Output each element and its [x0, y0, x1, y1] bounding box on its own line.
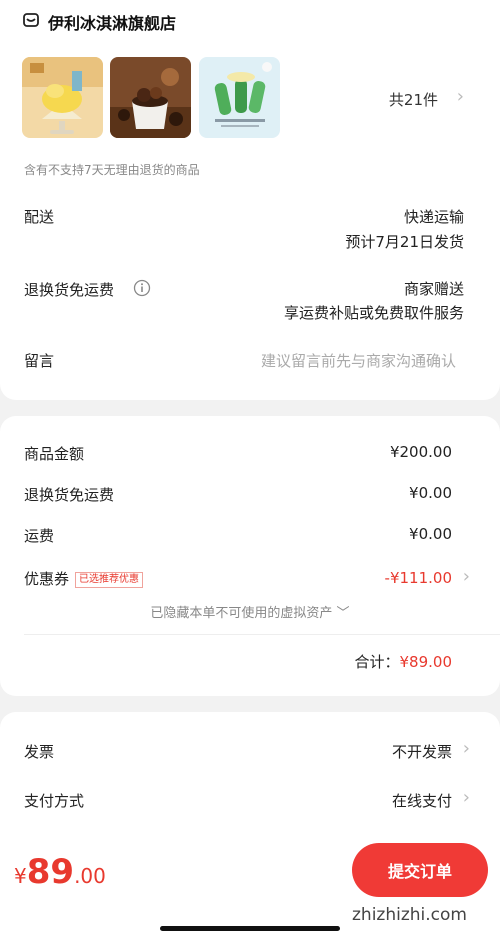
- item-count[interactable]: 共21件: [389, 89, 438, 110]
- store-card: 伊利冰淇淋旗舰店 共21件 › 含有不支持7天无理由退货的商品 配送 快递运输 …: [0, 0, 500, 400]
- total-row: 合计：¥89.00: [354, 651, 452, 672]
- store-name: 伊利冰淇淋旗舰店: [48, 14, 177, 33]
- delivery-estimate: 预计7月21日发货: [345, 233, 464, 251]
- total-value: ¥89.00: [399, 653, 453, 671]
- product-thumbnail[interactable]: [110, 57, 191, 138]
- product-thumbnail[interactable]: [22, 57, 103, 138]
- total-label: 合计：: [354, 653, 400, 671]
- coupon-row[interactable]: 优惠券 已选推荐优惠: [24, 568, 144, 589]
- goods-amount-label: 商品金额: [24, 445, 85, 463]
- goods-amount-value: ¥200.00: [389, 443, 452, 461]
- hidden-assets-toggle[interactable]: 已隐藏本单不可使用的虚拟资产 ﹀: [0, 602, 500, 621]
- return-shipping-value: 商家赠送: [403, 280, 464, 298]
- delivery-label: 配送: [24, 208, 55, 226]
- shop-icon: [22, 11, 40, 33]
- payment-method-value[interactable]: 在线支付: [392, 790, 452, 811]
- chevron-right-icon[interactable]: ›: [463, 738, 470, 759]
- price-integer: 89: [26, 852, 75, 892]
- message-label: 留言: [24, 352, 55, 370]
- return-fee-value: ¥0.00: [409, 484, 452, 502]
- info-icon[interactable]: [133, 279, 151, 301]
- watermark: zhizhizhi.com: [352, 905, 467, 925]
- return-shipping-label: 退换货免运费: [24, 281, 115, 299]
- coupon-label: 优惠券: [24, 570, 70, 588]
- return-policy-notice: 含有不支持7天无理由退货的商品: [24, 163, 200, 177]
- return-shipping-subtext: 享运费补贴或免费取件服务: [283, 304, 464, 322]
- delivery-method[interactable]: 快递运输: [404, 206, 464, 227]
- message-input[interactable]: 建议留言前先与商家沟通确认: [261, 350, 456, 371]
- coupon-tag: 已选推荐优惠: [75, 572, 144, 588]
- coupon-value[interactable]: -¥111.00: [385, 569, 452, 587]
- home-indicator[interactable]: [160, 926, 340, 931]
- invoice-value[interactable]: 不开发票: [392, 741, 452, 762]
- return-fee-label: 退换货免运费: [24, 486, 115, 504]
- submit-order-button[interactable]: 提交订单: [352, 843, 488, 897]
- shipping-fee-label: 运费: [24, 527, 55, 545]
- product-thumbnail[interactable]: [199, 57, 280, 138]
- price-decimal: .00: [74, 864, 106, 888]
- currency-symbol: ¥: [14, 864, 27, 888]
- chevron-right-icon[interactable]: ›: [463, 787, 470, 808]
- store-header[interactable]: 伊利冰淇淋旗舰店: [22, 10, 176, 34]
- invoice-card: [0, 712, 500, 840]
- chevron-right-icon[interactable]: ›: [463, 566, 470, 587]
- invoice-label: 发票: [24, 743, 55, 761]
- chevron-right-icon[interactable]: ›: [457, 86, 464, 107]
- payment-method-label: 支付方式: [24, 792, 85, 810]
- checkout-price: ¥89.00: [14, 852, 106, 892]
- divider: [24, 634, 500, 635]
- shipping-fee-value: ¥0.00: [409, 525, 452, 543]
